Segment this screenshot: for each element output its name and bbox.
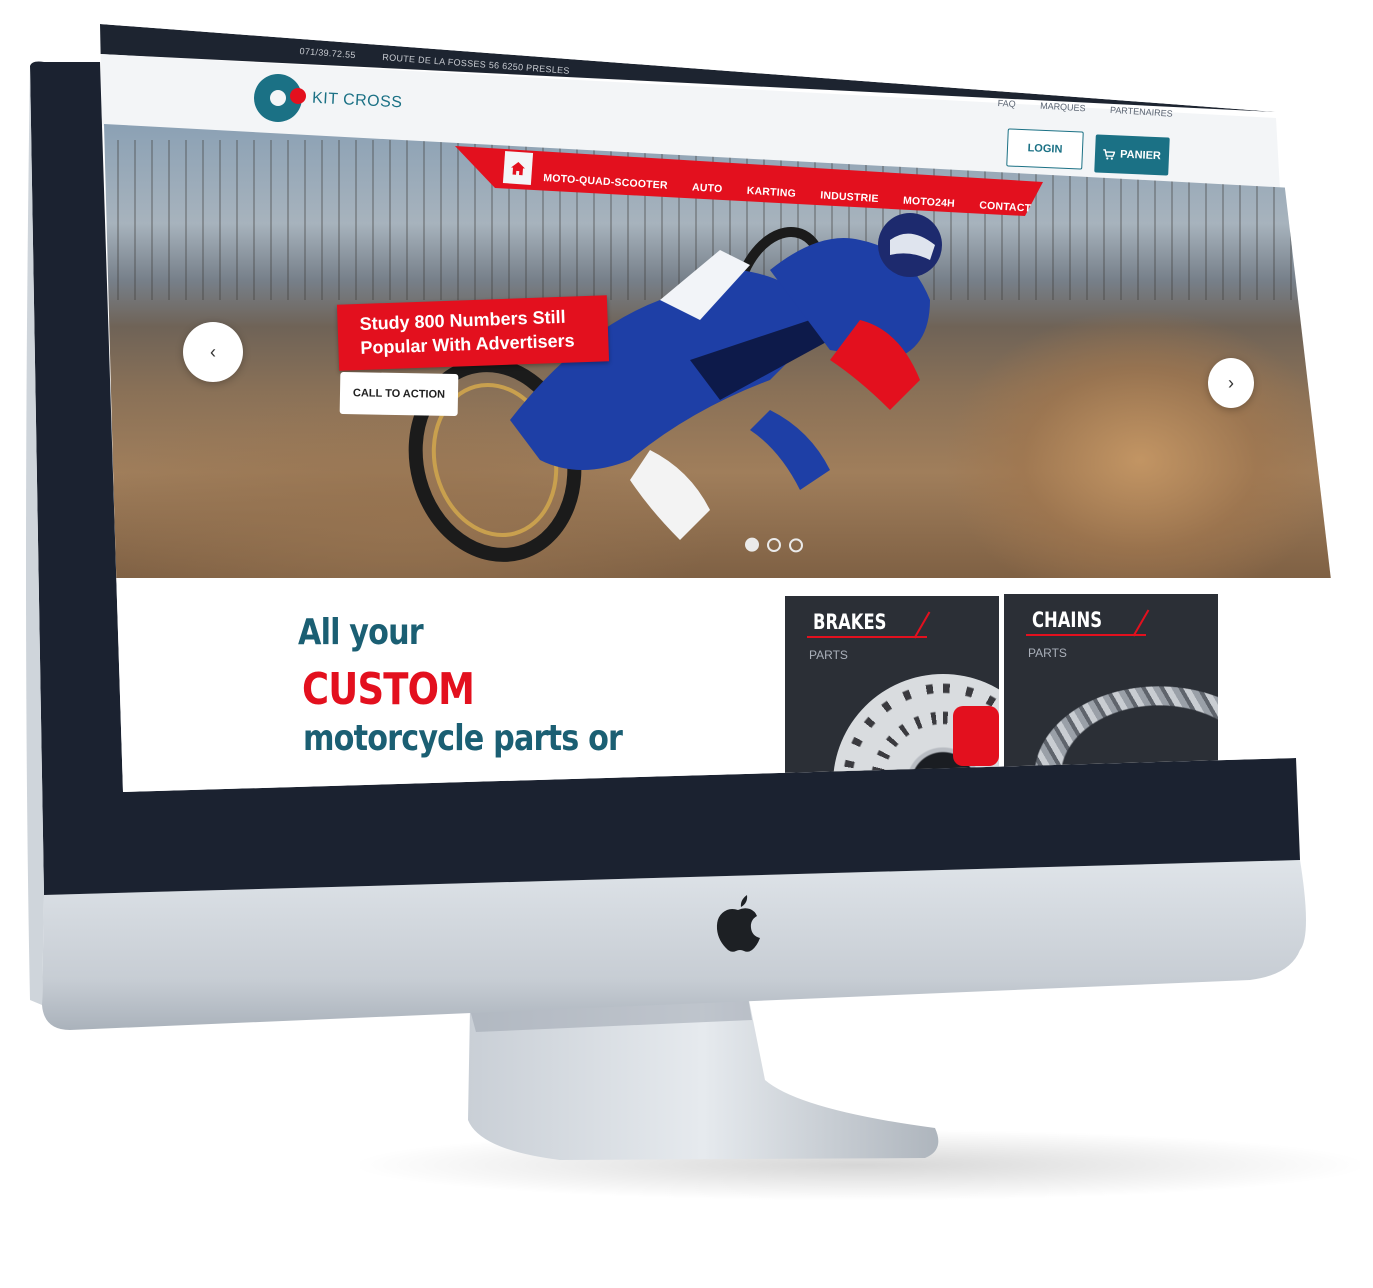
slider-dot-3[interactable]	[788, 538, 804, 553]
title-slash	[1132, 609, 1150, 637]
chevron-left-icon: ‹	[210, 341, 216, 362]
nav-item-moto24h[interactable]: MOTO24H	[903, 195, 956, 210]
intro-line-1: All your	[298, 612, 424, 653]
nav-item-auto[interactable]: AUTO	[692, 181, 723, 195]
hero-headline: Study 800 Numbers Still Popular With Adv…	[336, 295, 610, 371]
cart-button[interactable]: PANIER	[1094, 134, 1170, 176]
hero-motocross-image	[408, 213, 942, 562]
category-card-chains[interactable]: CHAINS PARTS	[1004, 594, 1218, 784]
slider-dots	[744, 537, 804, 553]
slider-next-button[interactable]: ›	[1208, 358, 1254, 408]
nav-item-karting[interactable]: KARTING	[746, 185, 796, 200]
intro-line-3: motorcycle parts or	[303, 718, 623, 759]
category-subtitle: PARTS	[1028, 646, 1067, 660]
login-button[interactable]: LOGIN	[1006, 128, 1084, 170]
cart-label: PANIER	[1119, 148, 1162, 163]
intro-line-2: CUSTOM	[302, 664, 475, 715]
nav-item-industrie[interactable]: INDUSTRIE	[820, 189, 879, 205]
title-slash	[913, 611, 931, 639]
slider-prev-button[interactable]: ‹	[183, 322, 243, 382]
category-card-brakes[interactable]: BRAKES PARTS	[785, 596, 999, 786]
utility-link-faq[interactable]: FAQ	[997, 98, 1016, 109]
category-subtitle: PARTS	[809, 648, 848, 662]
nav-item-contact[interactable]: CONTACT	[979, 199, 1032, 214]
home-icon	[511, 161, 526, 175]
category-title: BRAKES	[813, 610, 887, 634]
slider-dot-2[interactable]	[766, 537, 782, 553]
cart-icon	[1103, 148, 1116, 160]
category-title: CHAINS	[1032, 608, 1103, 632]
slider-dot-1[interactable]	[744, 537, 760, 552]
chevron-right-icon: ›	[1228, 372, 1234, 393]
logo[interactable]: KIT CROSS	[252, 72, 452, 124]
brake-caliper-image	[953, 706, 999, 766]
apple-logo-icon	[716, 895, 760, 952]
nav-home[interactable]	[502, 151, 534, 185]
logo-text: KIT CROSS	[311, 89, 403, 112]
title-underline	[807, 636, 927, 638]
logo-dot-icon	[290, 88, 306, 104]
hero-cta-button[interactable]: CALL TO ACTION	[339, 371, 459, 417]
title-underline	[1026, 634, 1146, 636]
